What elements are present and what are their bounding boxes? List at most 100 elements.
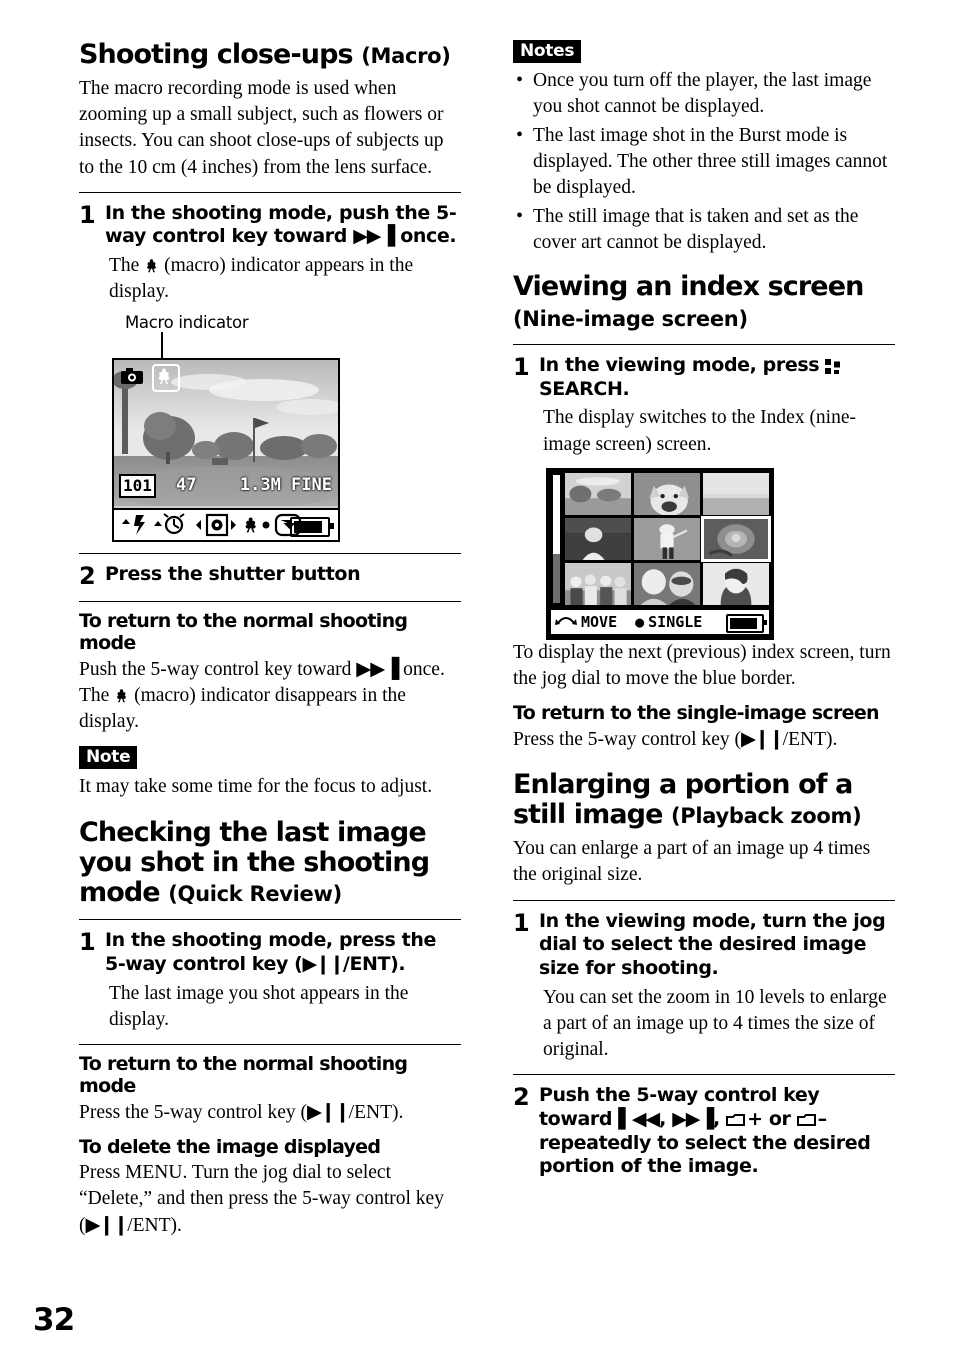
index-scrollbar[interactable] — [553, 474, 560, 603]
return-text-part-b: /ENT). — [348, 1101, 404, 1123]
step-content: In the shooting mode, push the 5-way con… — [105, 202, 461, 306]
step-title-part-b: , — [659, 1107, 673, 1130]
divider — [79, 601, 461, 603]
lcd-macro-indicator — [152, 364, 180, 393]
search-index-icon — [825, 358, 842, 374]
section-title-paren: (Quick Review) — [168, 882, 342, 907]
divider — [79, 919, 461, 921]
index-after-figure-text: To display the next (previous) index scr… — [513, 641, 891, 689]
note-block-macro: Note It may take some time for the focus… — [79, 746, 461, 800]
return-text-part-b: /ENT). — [782, 728, 838, 750]
return-text-part-a: Press the 5-way control key ( — [79, 1101, 307, 1123]
section-title-paren: (Playback zoom) — [671, 804, 862, 829]
macro-flower-icon — [114, 688, 129, 703]
index-thumbnail-selected[interactable] — [701, 515, 771, 562]
note-badge: Note — [79, 746, 138, 770]
step-title-part-b: /ENT). — [342, 953, 406, 975]
step-title: Press the shutter button — [105, 563, 361, 586]
step-macro-1: 1 In the shooting mode, push the 5-way c… — [79, 201, 461, 306]
lcd-top-indicators — [114, 360, 338, 394]
step-zoom-2: 2 Push the 5-way control key toward , , … — [513, 1084, 895, 1179]
section-quick-review: Checking the last image you shot in the … — [79, 817, 461, 1239]
delete-text-part-b: /ENT). — [127, 1214, 182, 1236]
index-thumbnail[interactable] — [634, 562, 700, 605]
subheading-return-normal-shooting-2: To return to the normal shooting mode — [79, 1053, 408, 1097]
divider — [79, 1044, 461, 1045]
index-thumbnail[interactable] — [565, 472, 631, 515]
lcd-info-row: 101 47 1.3M FINE — [114, 473, 338, 501]
lcd-bottom-icon-bar — [114, 508, 338, 541]
step-title-part-b: once. — [394, 225, 457, 248]
step-description: The display switches to the Index (nine-… — [543, 407, 856, 455]
step-content: In the viewing mode, press SEARCH. The d… — [539, 354, 895, 458]
index-thumbnail-grid — [551, 472, 771, 605]
step-number: 1 — [513, 352, 530, 381]
step-content: In the shooting mode, press the 5-way co… — [105, 929, 461, 1033]
return-normal-shooting-text-2: Press the 5-way control key ( /ENT). — [79, 1099, 461, 1126]
divider — [79, 191, 461, 193]
index-thumbnail[interactable] — [703, 562, 769, 605]
index-move-label: MOVE — [581, 612, 618, 631]
step-title: In the shooting mode, press the 5-way co… — [105, 929, 461, 977]
step-title: In the viewing mode, turn the jog dial t… — [539, 909, 886, 980]
index-single-label: SINGLE — [648, 612, 703, 631]
subheading-delete-image: To delete the image displayed — [79, 1135, 381, 1158]
step-number: 2 — [79, 562, 96, 591]
divider — [513, 899, 895, 901]
camera-lcd-screen: 101 47 1.3M FINE — [112, 358, 340, 543]
jog-dial-icon — [555, 613, 577, 631]
next-track-icon — [353, 225, 394, 247]
section-heading-macro: Shooting close-ups (Macro) — [79, 39, 461, 70]
next-track-icon — [356, 657, 398, 680]
index-battery-indicator — [726, 613, 767, 633]
delete-image-text: Press MENU. Turn the jog dial to select … — [79, 1160, 461, 1239]
index-thumbnail[interactable] — [565, 517, 631, 560]
playback-zoom-intro: You can enlarge a part of an image up 4 … — [513, 838, 871, 886]
section-title-text: Shooting close-ups — [79, 39, 354, 70]
index-screen-figure: MOVE ● SINGLE — [546, 467, 774, 640]
step-title-part-c: , — [713, 1107, 727, 1130]
index-thumbnail[interactable] — [634, 472, 700, 515]
note-item: The last image shot in the Burst mode is… — [513, 122, 895, 201]
step-description: You can set the zoom in 10 levels to enl… — [543, 986, 887, 1061]
step-zoom-1: 1 In the viewing mode, turn the jog dial… — [513, 909, 895, 1064]
section-heading-index-screen: Viewing an index screen (Nine-image scre… — [513, 272, 895, 332]
notes-block: Notes Once you turn off the player, the … — [513, 40, 895, 255]
index-thumbnail[interactable] — [703, 472, 769, 515]
step-content: Press the shutter button — [105, 563, 461, 590]
section-title-sub: (Nine-image screen) — [513, 306, 748, 331]
step-title: In the viewing mode, press SEARCH. — [539, 354, 895, 402]
callout-leader-line — [161, 332, 163, 359]
divider — [79, 553, 461, 555]
step-macro-2: 2 Press the shutter button — [79, 563, 461, 590]
left-column: Shooting close-ups (Macro) The macro rec… — [79, 39, 461, 1241]
play-pause-icon — [307, 1100, 349, 1123]
previous-track-icon — [618, 1108, 659, 1130]
section-title-text: Viewing an index screen — [513, 271, 864, 303]
return-normal-shooting-text: Push the 5-way control key toward once. … — [79, 656, 461, 735]
play-pause-icon — [302, 953, 342, 975]
figure-callout-label: Macro indicator — [125, 313, 249, 333]
play-pause-icon — [86, 1213, 128, 1236]
step-title: Push the 5-way control key toward , , + … — [539, 1084, 895, 1179]
next-track-icon — [672, 1108, 713, 1130]
index-thumbnail[interactable] — [634, 517, 700, 560]
page-number: 32 — [33, 1302, 75, 1338]
section-index-screen: Viewing an index screen (Nine-image scre… — [513, 272, 895, 752]
subheading-return-normal-shooting: To return to the normal shooting mode — [79, 610, 408, 655]
play-pause-icon — [741, 727, 783, 750]
macro-lcd-figure: Macro indicator 101 47 1.3M FINE — [79, 313, 461, 543]
right-column: Notes Once you turn off the player, the … — [513, 40, 895, 1181]
section-heading-quick-review: Checking the last image you shot in the … — [79, 817, 461, 909]
step-desc-part-a: The — [109, 255, 145, 277]
step-title-part-b: SEARCH. — [539, 377, 630, 400]
section-heading-playback-zoom: Enlarging a portion of a still image (Pl… — [513, 769, 895, 830]
section-title-paren: (Macro) — [361, 44, 451, 68]
lcd-battery-indicator — [290, 517, 334, 538]
camera-mode-icon — [121, 368, 143, 385]
lcd-folder-number: 101 — [119, 474, 156, 499]
note-text: It may take some time for the focus to a… — [79, 776, 433, 798]
subheading-return-single-image: To return to the single-image screen — [513, 701, 880, 724]
index-thumbnail[interactable] — [565, 562, 631, 605]
return-single-image-text: Press the 5-way control key (/ENT). — [513, 726, 895, 753]
